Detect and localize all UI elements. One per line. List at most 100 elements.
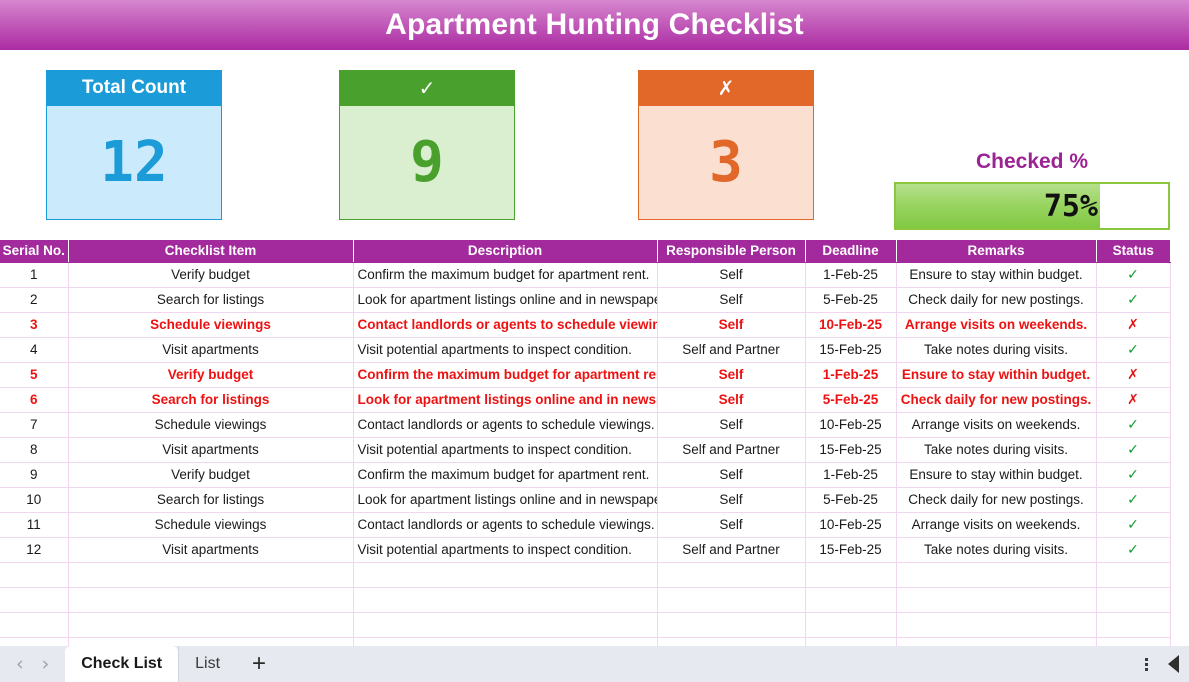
cell-deadline[interactable]: [805, 587, 897, 613]
cell-remarks[interactable]: [896, 612, 1097, 638]
cell-serial-no[interactable]: 1: [0, 262, 69, 288]
cell-description[interactable]: Contact landlords or agents to schedule …: [353, 312, 658, 338]
cell-deadline[interactable]: 1-Feb-25: [805, 462, 897, 488]
cell-checklist-item[interactable]: Verify budget: [68, 362, 354, 388]
cell-serial-no[interactable]: 11: [0, 512, 69, 538]
cell-responsible-person[interactable]: Self and Partner: [657, 437, 806, 463]
cell-checklist-item[interactable]: [68, 612, 354, 638]
cell-remarks[interactable]: Ensure to stay within budget.: [896, 462, 1097, 488]
cell-serial-no[interactable]: [0, 587, 69, 613]
cell-serial-no[interactable]: 3: [0, 312, 69, 338]
cell-remarks[interactable]: Take notes during visits.: [896, 337, 1097, 363]
cell-serial-no[interactable]: 5: [0, 362, 69, 388]
cell-remarks[interactable]: Arrange visits on weekends.: [896, 412, 1097, 438]
cell-deadline[interactable]: 5-Feb-25: [805, 487, 897, 513]
cell-status[interactable]: ✓: [1096, 337, 1171, 363]
cell-status[interactable]: ✗: [1096, 312, 1171, 338]
cell-checklist-item[interactable]: Visit apartments: [68, 537, 354, 563]
sheet-tab-check-list[interactable]: Check List: [65, 646, 179, 682]
cell-responsible-person[interactable]: Self: [657, 312, 806, 338]
add-sheet-button[interactable]: +: [236, 646, 282, 682]
column-header-deadline[interactable]: Deadline: [805, 240, 897, 263]
cell-status[interactable]: ✓: [1096, 512, 1171, 538]
cell-checklist-item[interactable]: Schedule viewings: [68, 512, 354, 538]
cell-responsible-person[interactable]: Self: [657, 287, 806, 313]
cell-responsible-person[interactable]: Self and Partner: [657, 537, 806, 563]
cell-serial-no[interactable]: [0, 562, 69, 588]
cell-status[interactable]: ✓: [1096, 412, 1171, 438]
cell-checklist-item[interactable]: Schedule viewings: [68, 312, 354, 338]
cell-remarks[interactable]: Ensure to stay within budget.: [896, 262, 1097, 288]
cell-deadline[interactable]: [805, 562, 897, 588]
cell-description[interactable]: Confirm the maximum budget for apartment…: [353, 262, 658, 288]
cell-responsible-person[interactable]: Self: [657, 412, 806, 438]
cell-deadline[interactable]: 10-Feb-25: [805, 312, 897, 338]
cell-serial-no[interactable]: 12: [0, 537, 69, 563]
cell-description[interactable]: Look for apartment listings online and i…: [353, 287, 658, 313]
more-options-icon[interactable]: [1137, 657, 1156, 671]
cell-checklist-item[interactable]: Verify budget: [68, 462, 354, 488]
cell-status[interactable]: ✓: [1096, 262, 1171, 288]
cell-serial-no[interactable]: 7: [0, 412, 69, 438]
chevron-right-icon[interactable]: ›: [42, 654, 50, 674]
cell-description[interactable]: Look for apartment listings online and i…: [353, 387, 658, 413]
cell-remarks[interactable]: Ensure to stay within budget.: [896, 362, 1097, 388]
cell-description[interactable]: Visit potential apartments to inspect co…: [353, 337, 658, 363]
column-header-responsible-person[interactable]: Responsible Person: [657, 240, 806, 263]
cell-remarks[interactable]: Arrange visits on weekends.: [896, 312, 1097, 338]
cell-responsible-person[interactable]: Self and Partner: [657, 337, 806, 363]
cell-status[interactable]: ✓: [1096, 537, 1171, 563]
cell-serial-no[interactable]: 6: [0, 387, 69, 413]
cell-checklist-item[interactable]: Search for listings: [68, 387, 354, 413]
cell-status[interactable]: ✓: [1096, 437, 1171, 463]
cell-status[interactable]: ✓: [1096, 487, 1171, 513]
cell-remarks[interactable]: [896, 587, 1097, 613]
cell-responsible-person[interactable]: [657, 562, 806, 588]
cell-description[interactable]: Visit potential apartments to inspect co…: [353, 437, 658, 463]
cell-description[interactable]: Contact landlords or agents to schedule …: [353, 512, 658, 538]
cell-responsible-person[interactable]: Self: [657, 362, 806, 388]
cell-status[interactable]: ✗: [1096, 387, 1171, 413]
cell-remarks[interactable]: [896, 562, 1097, 588]
cell-deadline[interactable]: 5-Feb-25: [805, 387, 897, 413]
cell-remarks[interactable]: Check daily for new postings.: [896, 487, 1097, 513]
cell-deadline[interactable]: 15-Feb-25: [805, 437, 897, 463]
cell-description[interactable]: Confirm the maximum budget for apartment…: [353, 362, 658, 388]
cell-description[interactable]: Visit potential apartments to inspect co…: [353, 537, 658, 563]
sheet-tab-list[interactable]: List: [178, 646, 236, 682]
cell-serial-no[interactable]: 4: [0, 337, 69, 363]
cell-deadline[interactable]: [805, 612, 897, 638]
cell-deadline[interactable]: 10-Feb-25: [805, 512, 897, 538]
cell-serial-no[interactable]: 10: [0, 487, 69, 513]
cell-remarks[interactable]: Arrange visits on weekends.: [896, 512, 1097, 538]
cell-remarks[interactable]: Take notes during visits.: [896, 437, 1097, 463]
cell-checklist-item[interactable]: Search for listings: [68, 487, 354, 513]
cell-status[interactable]: ✓: [1096, 287, 1171, 313]
cell-serial-no[interactable]: 9: [0, 462, 69, 488]
scroll-left-triangle-icon[interactable]: [1168, 655, 1179, 673]
column-header-remarks[interactable]: Remarks: [896, 240, 1097, 263]
cell-deadline[interactable]: 5-Feb-25: [805, 287, 897, 313]
column-header-serial-no[interactable]: Serial No.: [0, 240, 69, 263]
cell-status[interactable]: [1096, 562, 1171, 588]
cell-deadline[interactable]: 15-Feb-25: [805, 537, 897, 563]
cell-responsible-person[interactable]: Self: [657, 512, 806, 538]
cell-deadline[interactable]: 10-Feb-25: [805, 412, 897, 438]
cell-responsible-person[interactable]: [657, 587, 806, 613]
cell-status[interactable]: ✗: [1096, 362, 1171, 388]
cell-checklist-item[interactable]: Schedule viewings: [68, 412, 354, 438]
cell-status[interactable]: [1096, 612, 1171, 638]
cell-responsible-person[interactable]: Self: [657, 262, 806, 288]
cell-checklist-item[interactable]: Search for listings: [68, 287, 354, 313]
cell-responsible-person[interactable]: [657, 612, 806, 638]
cell-serial-no[interactable]: [0, 612, 69, 638]
cell-deadline[interactable]: 1-Feb-25: [805, 262, 897, 288]
cell-remarks[interactable]: Take notes during visits.: [896, 537, 1097, 563]
cell-serial-no[interactable]: 8: [0, 437, 69, 463]
cell-responsible-person[interactable]: Self: [657, 462, 806, 488]
cell-checklist-item[interactable]: Visit apartments: [68, 337, 354, 363]
cell-serial-no[interactable]: 2: [0, 287, 69, 313]
cell-checklist-item[interactable]: [68, 587, 354, 613]
cell-description[interactable]: Contact landlords or agents to schedule …: [353, 412, 658, 438]
cell-deadline[interactable]: 1-Feb-25: [805, 362, 897, 388]
